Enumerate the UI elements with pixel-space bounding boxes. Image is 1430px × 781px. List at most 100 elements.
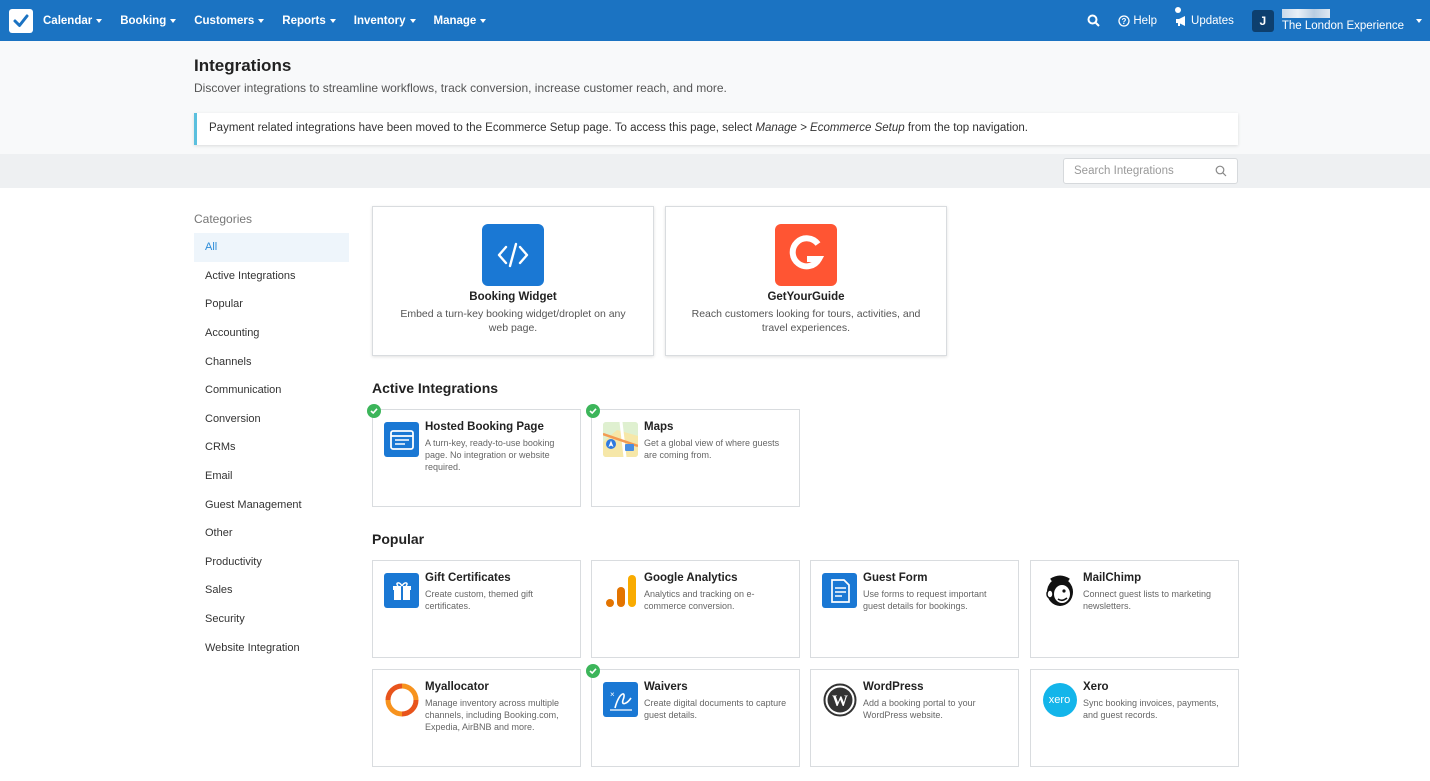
card-name: Waivers	[644, 681, 688, 693]
card-maps[interactable]: Maps Get a global view of where guests a…	[591, 409, 800, 507]
category-productivity[interactable]: Productivity	[194, 548, 349, 577]
category-conversion[interactable]: Conversion	[194, 405, 349, 434]
signature-icon: ×	[603, 682, 638, 717]
caret-down-icon	[409, 18, 416, 23]
card-desc: Create digital documents to capture gues…	[644, 698, 787, 720]
browser-icon	[384, 422, 419, 457]
category-communication[interactable]: Communication	[194, 376, 349, 405]
card-wordpress[interactable]: W WordPress Add a booking portal to your…	[810, 669, 1019, 767]
caret-down-icon	[480, 18, 487, 23]
categories-title: Categories	[194, 212, 253, 226]
category-website-integration[interactable]: Website Integration	[194, 633, 349, 662]
page-header: Integrations Discover integrations to st…	[0, 41, 1430, 154]
nav-booking[interactable]: Booking	[120, 14, 177, 27]
card-desc: Use forms to request important guest det…	[863, 589, 987, 611]
card-hosted-booking-page[interactable]: Hosted Booking Page A turn-key, ready-to…	[372, 409, 581, 507]
card-xero[interactable]: xero Xero Sync booking invoices, payment…	[1030, 669, 1239, 767]
nav-label: Customers	[194, 14, 255, 27]
card-guest-form[interactable]: Guest Form Use forms to request importan…	[810, 560, 1019, 658]
section-title-active: Active Integrations	[372, 380, 499, 396]
notice-text: Payment related integrations have been m…	[209, 122, 756, 134]
card-name: Myallocator	[425, 681, 489, 693]
form-icon	[822, 573, 857, 608]
updates-button[interactable]: Updates	[1175, 6, 1234, 27]
category-accounting[interactable]: Accounting	[194, 319, 349, 348]
category-channels[interactable]: Channels	[194, 347, 349, 376]
caret-down-icon	[258, 18, 265, 23]
card-name: WordPress	[863, 681, 924, 693]
help-button[interactable]: ? Help	[1118, 15, 1157, 27]
nav-customers[interactable]: Customers	[194, 14, 265, 27]
app-logo-icon[interactable]	[9, 8, 33, 33]
search-placeholder: Search Integrations	[1074, 165, 1174, 177]
account-caret-icon[interactable]	[1416, 18, 1422, 23]
card-name: Guest Form	[863, 572, 928, 584]
category-other[interactable]: Other	[194, 519, 349, 548]
category-all[interactable]: All	[194, 233, 349, 262]
card-mailchimp[interactable]: MailChimp Connect guest lists to marketi…	[1030, 560, 1239, 658]
svg-text:?: ?	[1122, 17, 1127, 26]
xero-icon: xero	[1042, 682, 1077, 717]
card-desc: Manage inventory across multiple channel…	[425, 698, 560, 732]
nav-inventory[interactable]: Inventory	[354, 15, 416, 27]
account-switcher[interactable]: The London Experience	[1281, 8, 1404, 33]
page-title: Integrations	[194, 56, 292, 75]
card-desc: Connect guest lists to marketing newslet…	[1083, 589, 1212, 611]
maps-icon	[603, 422, 638, 457]
featured-card-booking-widget[interactable]: Booking Widget Embed a turn-key booking …	[372, 206, 654, 356]
nav-manage[interactable]: Manage	[434, 15, 487, 27]
account-name: The London Experience	[1281, 19, 1404, 32]
svg-text:W: W	[832, 693, 848, 710]
category-crms[interactable]: CRMs	[194, 433, 349, 462]
search-integrations-input[interactable]: Search Integrations	[1063, 158, 1238, 184]
account-user-redacted	[1281, 8, 1330, 18]
card-name: Hosted Booking Page	[425, 421, 544, 433]
nav-label: Booking	[120, 14, 167, 27]
category-email[interactable]: Email	[194, 462, 349, 491]
active-check-icon	[586, 664, 600, 678]
featured-desc: Embed a turn-key booking widget/droplet …	[400, 308, 626, 334]
nav-label: Reports	[282, 14, 326, 27]
updates-dot	[1175, 6, 1182, 13]
section-title-popular: Popular	[372, 531, 425, 547]
category-popular[interactable]: Popular	[194, 290, 349, 319]
card-name: MailChimp	[1083, 572, 1142, 584]
featured-card-getyourguide[interactable]: GetYourGuide Reach customers looking for…	[665, 206, 947, 356]
getyourguide-logo-icon	[775, 224, 837, 286]
search-button[interactable]	[1087, 14, 1101, 27]
nav-label: Calendar	[43, 14, 93, 27]
card-gift-certificates[interactable]: Gift Certificates Create custom, themed …	[372, 560, 581, 658]
xero-logo: xero	[1042, 682, 1077, 717]
category-active[interactable]: Active Integrations	[194, 262, 349, 291]
card-desc: A turn-key, ready-to-use booking page. N…	[425, 438, 555, 472]
featured-name: Booking Widget	[469, 291, 557, 303]
card-name: Gift Certificates	[425, 572, 511, 584]
category-security[interactable]: Security	[194, 605, 349, 634]
card-desc: Get a global view of where guests are co…	[644, 438, 780, 460]
card-waivers[interactable]: × Waivers Create digital documents to ca…	[591, 669, 800, 767]
card-name: Xero	[1083, 681, 1109, 693]
nav-calendar[interactable]: Calendar	[43, 14, 103, 27]
page-subtitle: Discover integrations to streamline work…	[194, 81, 727, 95]
top-nav: Calendar Booking Customers Reports Inven…	[0, 0, 1430, 41]
info-notice: Payment related integrations have been m…	[194, 113, 1238, 145]
code-icon	[482, 224, 544, 286]
featured-name: GetYourGuide	[767, 291, 845, 303]
avatar[interactable]: J	[1251, 9, 1274, 32]
card-google-analytics[interactable]: Google Analytics Analytics and tracking …	[591, 560, 800, 658]
search-icon	[1215, 165, 1227, 177]
help-icon: ?	[1118, 14, 1131, 27]
notice-path: Manage > Ecommerce Setup	[755, 122, 905, 134]
mailchimp-icon	[1042, 573, 1077, 608]
nav-reports[interactable]: Reports	[282, 14, 336, 27]
category-sales[interactable]: Sales	[194, 576, 349, 605]
analytics-icon	[603, 573, 638, 608]
help-label: Help	[1133, 14, 1158, 27]
category-guest-management[interactable]: Guest Management	[194, 490, 349, 519]
search-row: Search Integrations	[0, 154, 1430, 188]
card-myallocator[interactable]: Myallocator Manage inventory across mult…	[372, 669, 581, 767]
card-name: Google Analytics	[644, 572, 738, 584]
active-check-icon	[367, 404, 381, 418]
caret-down-icon	[170, 18, 177, 23]
nav-right: ? Help Updates J The London Experience	[1087, 0, 1430, 41]
